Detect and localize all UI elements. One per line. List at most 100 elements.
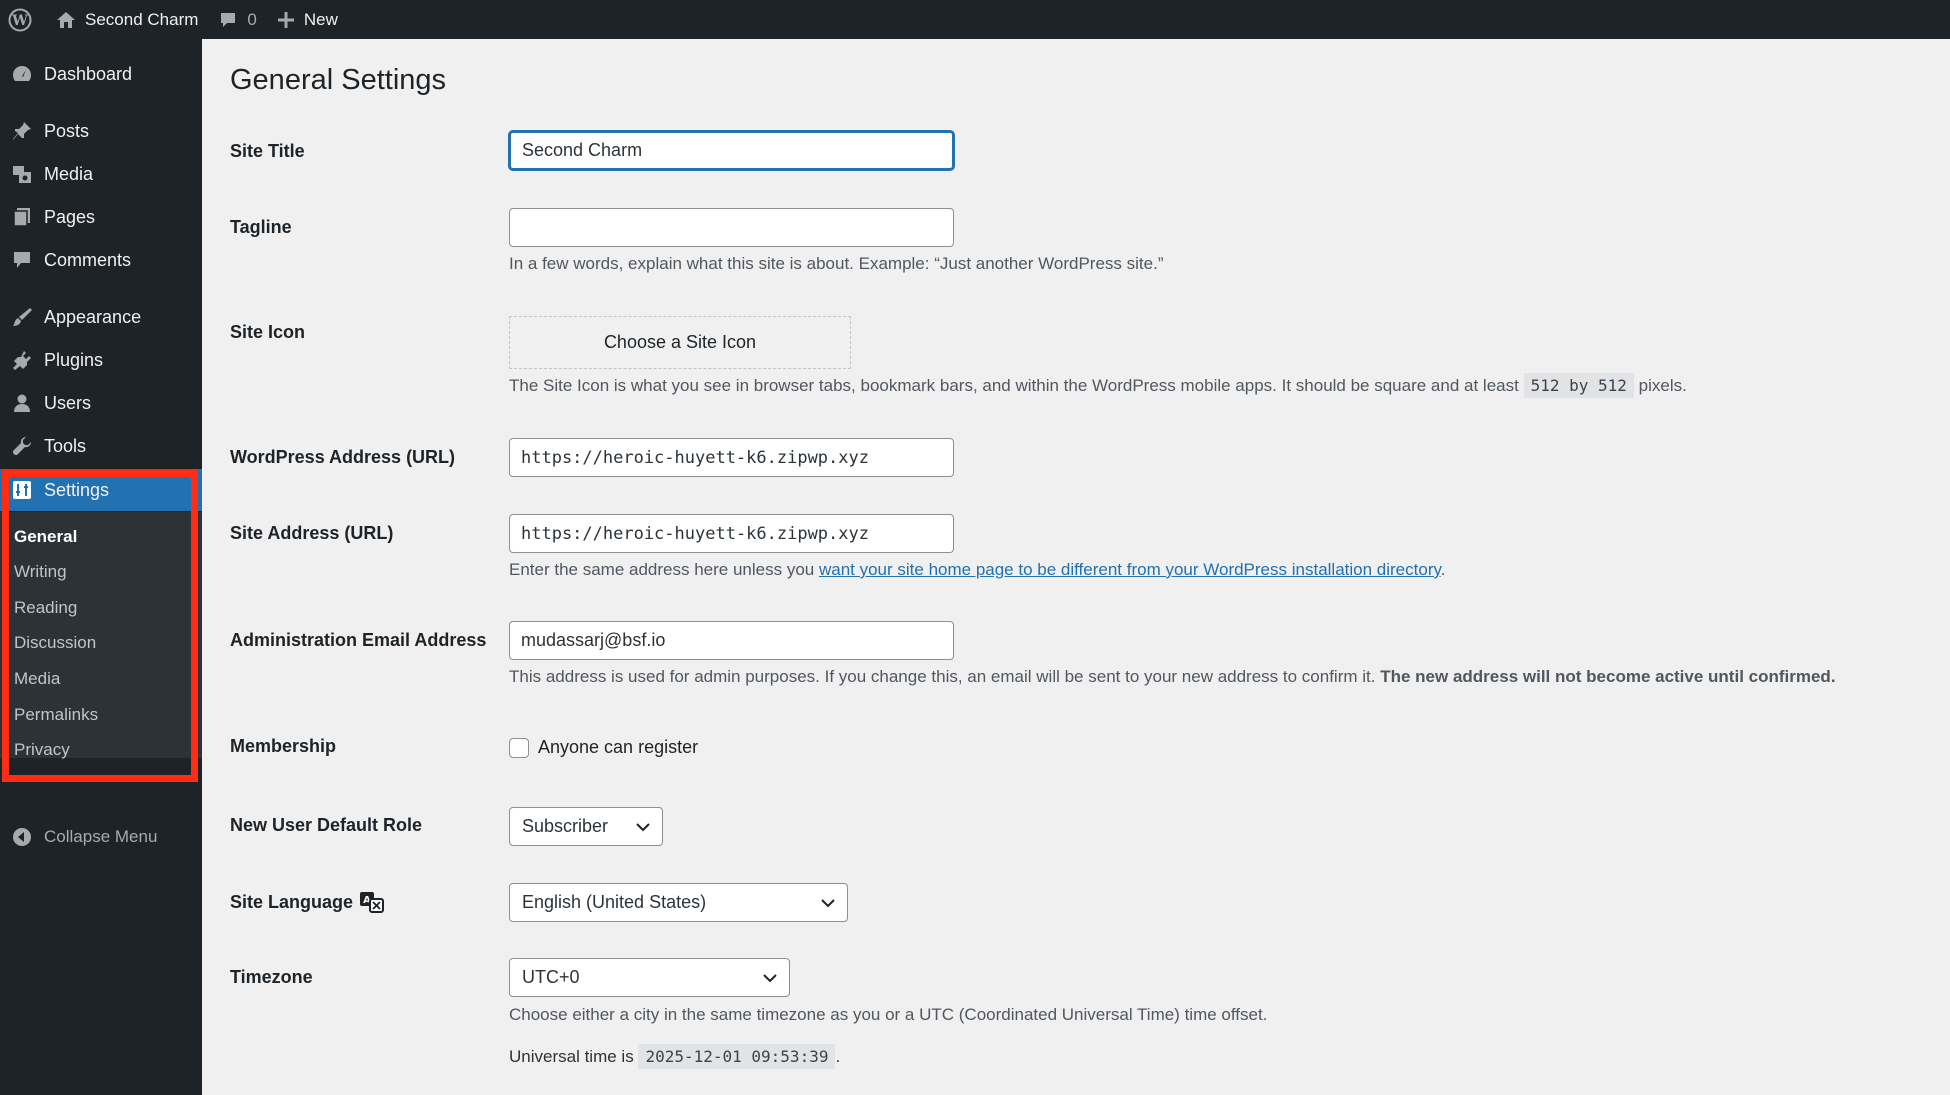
submenu-privacy[interactable]: Privacy: [14, 740, 70, 760]
site-address-description-text: Enter the same address here unless you: [509, 560, 815, 579]
site-name-link[interactable]: Second Charm: [42, 0, 208, 39]
menu-posts[interactable]: Posts: [0, 110, 202, 152]
wordpress-logo-button[interactable]: W: [0, 0, 42, 39]
timezone-label: Timezone: [230, 967, 313, 987]
chevron-down-icon: [636, 822, 650, 831]
tagline-label: Tagline: [230, 217, 292, 237]
menu-media[interactable]: Media: [0, 153, 202, 195]
menu-pages[interactable]: Pages: [0, 196, 202, 238]
membership-label: Membership: [230, 736, 337, 756]
submenu-media[interactable]: Media: [14, 669, 60, 689]
site-language-select[interactable]: English (United States): [509, 883, 848, 922]
menu-label: Media: [44, 163, 94, 184]
site-icon-description-end: pixels.: [1638, 376, 1687, 395]
media-icon: [13, 166, 31, 183]
menu-appearance[interactable]: Appearance: [0, 296, 202, 338]
submenu-reading[interactable]: Reading: [14, 598, 77, 618]
admin-email-description: This address is used for admin purposes.…: [509, 667, 1836, 687]
admin-email-input[interactable]: mudassarj@bsf.io: [509, 621, 954, 660]
svg-text:W: W: [11, 13, 28, 29]
site-address-help-link[interactable]: want your site home page to be different…: [819, 560, 1441, 579]
submenu-writing[interactable]: Writing: [14, 562, 67, 582]
settings-icon: [13, 481, 31, 499]
admin-sidebar: Dashboard Posts Media Pages Comments App…: [0, 39, 202, 1095]
admin-bar: W Second Charm 0 New: [0, 0, 1950, 39]
wrench-icon: [13, 436, 32, 455]
default-role-select[interactable]: Subscriber: [509, 807, 663, 846]
timezone-select[interactable]: UTC+0: [509, 958, 790, 997]
universal-time: Universal time is 2025-12-01 09:53:39.: [509, 1044, 841, 1069]
site-language-value: English (United States): [522, 892, 707, 912]
pages-icon: [13, 208, 30, 227]
site-address-label: Site Address (URL): [230, 523, 394, 543]
site-language-label: Site Language A: [230, 891, 385, 913]
main-content: General Settings Site Title Second Charm…: [202, 39, 1950, 1095]
chevron-down-icon: [821, 898, 835, 907]
comment-icon: [14, 252, 30, 268]
timezone-value: UTC+0: [522, 967, 580, 987]
menu-label: Appearance: [44, 306, 142, 327]
site-address-description: Enter the same address here unless you w…: [509, 560, 1445, 580]
brush-icon: [13, 308, 32, 326]
site-language-label-text: Site Language: [230, 891, 354, 912]
site-title-label: Site Title: [230, 141, 305, 161]
plus-icon: [277, 11, 294, 28]
universal-time-code: 2025-12-01 09:53:39: [638, 1044, 836, 1069]
universal-time-end: .: [835, 1047, 841, 1066]
site-icon-description-text: The Site Icon is what you see in browser…: [509, 376, 1519, 395]
chevron-down-icon: [763, 973, 777, 982]
universal-time-text: Universal time is: [509, 1047, 634, 1066]
collapse-menu-label: Collapse Menu: [44, 827, 158, 846]
wp-address-label: WordPress Address (URL): [230, 447, 456, 467]
collapse-menu-button[interactable]: Collapse Menu: [0, 817, 202, 857]
tagline-input[interactable]: [509, 208, 954, 247]
comments-count: 0: [247, 9, 257, 29]
user-icon: [14, 394, 30, 412]
submenu-permalinks[interactable]: Permalinks: [14, 705, 98, 725]
tagline-description: In a few words, explain what this site i…: [509, 254, 1164, 273]
timezone-description: Choose either a city in the same timezon…: [509, 1005, 1268, 1024]
site-icon-label: Site Icon: [230, 322, 306, 342]
settings-submenu: General Writing Reading Discussion Media…: [0, 512, 202, 760]
menu-settings[interactable]: Settings: [0, 469, 202, 511]
default-role-label: New User Default Role: [230, 815, 423, 835]
menu-users[interactable]: Users: [0, 382, 202, 424]
site-icon-size-code: 512 by 512: [1523, 373, 1634, 398]
pin-icon: [13, 122, 31, 140]
admin-email-label: Administration Email Address: [230, 630, 487, 650]
menu-label: Settings: [44, 479, 110, 500]
collapse-arrow-icon: [13, 828, 31, 846]
new-content-link[interactable]: New: [267, 0, 348, 39]
comment-icon: [221, 12, 236, 27]
menu-comments[interactable]: Comments: [0, 239, 202, 281]
wordpress-logo-icon: W: [8, 8, 32, 31]
menu-label: Users: [44, 392, 92, 413]
menu-dashboard[interactable]: Dashboard: [0, 53, 202, 95]
dashboard-icon: [12, 66, 32, 81]
submenu-discussion[interactable]: Discussion: [14, 633, 96, 653]
new-label: New: [303, 9, 338, 29]
menu-label: Dashboard: [44, 63, 133, 84]
anyone-can-register-checkbox[interactable]: [509, 738, 529, 758]
comments-link[interactable]: 0: [208, 0, 266, 39]
site-icon-description: The Site Icon is what you see in browser…: [509, 373, 1687, 398]
home-icon: [57, 11, 75, 28]
submenu-general[interactable]: General: [14, 527, 77, 547]
plugin-icon: [13, 351, 31, 370]
wp-address-input[interactable]: https://heroic-huyett-k6.zipwp.xyz: [509, 438, 954, 477]
menu-label: Pages: [44, 206, 96, 227]
anyone-can-register-label[interactable]: Anyone can register: [538, 737, 698, 758]
admin-email-description-bold: The new address will not become active u…: [1380, 667, 1836, 686]
menu-plugins[interactable]: Plugins: [0, 339, 202, 381]
site-address-input[interactable]: https://heroic-huyett-k6.zipwp.xyz: [509, 514, 954, 553]
choose-site-icon-button[interactable]: Choose a Site Icon: [509, 316, 851, 369]
menu-label: Posts: [44, 120, 90, 141]
page-title: General Settings: [230, 64, 447, 96]
menu-tools[interactable]: Tools: [0, 425, 202, 467]
menu-label: Plugins: [44, 349, 104, 370]
translation-icon: A: [360, 892, 385, 913]
menu-label: Comments: [44, 249, 132, 270]
site-title-input[interactable]: Second Charm: [509, 131, 954, 170]
admin-email-description-text: This address is used for admin purposes.…: [509, 667, 1376, 686]
site-name: Second Charm: [85, 9, 199, 29]
